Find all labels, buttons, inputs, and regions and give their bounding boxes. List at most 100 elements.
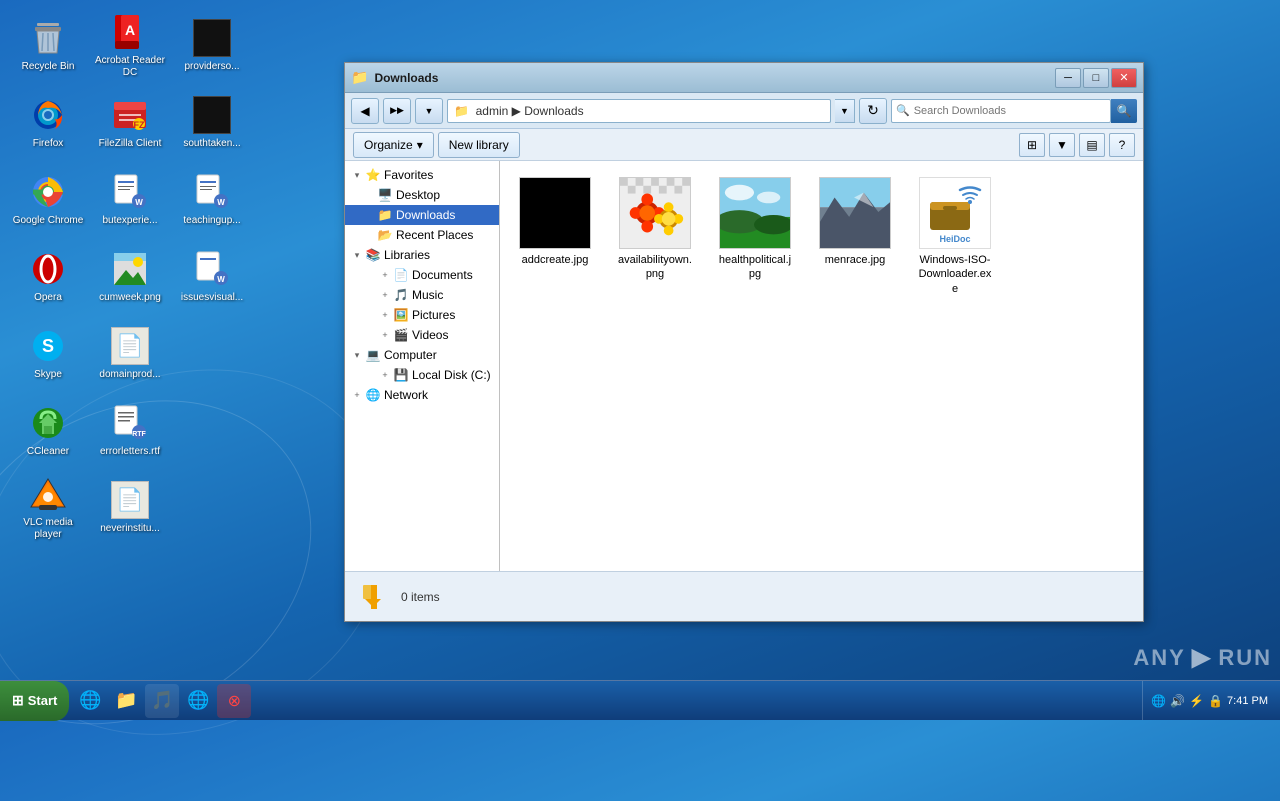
desktop-icon-vlc[interactable]: VLC media player xyxy=(8,470,88,545)
downloads-expand-icon xyxy=(361,207,377,223)
minimize-button[interactable]: ─ xyxy=(1055,68,1081,88)
tree-item-downloads[interactable]: 📁 Downloads xyxy=(345,205,499,225)
stop-icon: ⊗ xyxy=(228,691,241,711)
domainprod-icon: 📄 xyxy=(110,326,150,366)
desktop-icon-issuesvisual[interactable]: W issuesvisual... xyxy=(172,239,252,314)
file-thumb-addcreate xyxy=(519,177,591,249)
tree-item-computer[interactable]: ▾ 💻 Computer xyxy=(345,345,499,365)
file-item-windows-iso[interactable]: HeiDoc Windows-ISO-Downloader.exe xyxy=(910,171,1000,302)
taskbar-explorer-button[interactable]: 📁 xyxy=(109,684,143,718)
tree-label-documents: Documents xyxy=(412,268,473,282)
desktop-icon-southtaken[interactable]: southtaken... xyxy=(172,85,252,160)
file-item-availabilityown[interactable]: availabilityown.png xyxy=(610,171,700,302)
tree-item-network[interactable]: + 🌐 Network xyxy=(345,385,499,405)
new-library-label: New library xyxy=(449,138,509,152)
tree-item-libraries[interactable]: ▾ 📚 Libraries xyxy=(345,245,499,265)
tray-security-icon[interactable]: 🔒 xyxy=(1208,694,1223,708)
system-tray: 🌐 🔊 ⚡ 🔒 7:41 PM xyxy=(1142,681,1280,720)
tree-item-favorites[interactable]: ▾ ⭐ Favorites xyxy=(345,165,499,185)
address-bar-text: 📁 admin ▶ Downloads xyxy=(454,104,584,118)
desktop-icon-ccleaner[interactable]: CCleaner xyxy=(8,393,88,468)
desktop-icon-firefox[interactable]: Firefox xyxy=(8,85,88,160)
errorletters-icon: RTF xyxy=(110,403,150,443)
maximize-button[interactable]: □ xyxy=(1083,68,1109,88)
desktop-icon-label-firefox: Firefox xyxy=(33,138,64,150)
taskbar-wmp-button[interactable]: 🎵 xyxy=(145,684,179,718)
organize-arrow-icon: ▾ xyxy=(417,138,423,152)
taskbar: ⊞ Start 🌐 📁 🎵 🌐 ⊗ 🌐 🔊 ⚡ 🔒 7:41 PM xyxy=(0,680,1280,720)
tree-item-documents[interactable]: + 📄 Documents xyxy=(345,265,499,285)
desktop: Recycle Bin A Acrobat Reader DC provider… xyxy=(0,0,330,690)
window-title: Downloads xyxy=(374,71,1055,85)
preview-pane-button[interactable]: ▤ xyxy=(1079,133,1105,157)
anyrun-play-icon: ▶ xyxy=(1192,643,1212,672)
file-item-healthpolitical[interactable]: healthpolitical.jpg xyxy=(710,171,800,302)
tree-item-pictures[interactable]: + 🖼️ Pictures xyxy=(345,305,499,325)
taskbar-chrome-button[interactable]: 🌐 xyxy=(181,684,215,718)
taskbar-ie-button[interactable]: 🌐 xyxy=(73,684,107,718)
file-item-menrace[interactable]: menrace.jpg xyxy=(810,171,900,302)
desktop-icon-providers[interactable]: providerso... xyxy=(172,8,252,83)
desktop-icon-filezilla[interactable]: FZ FileZilla Client xyxy=(90,85,170,160)
desktop-icon-acrobat[interactable]: A Acrobat Reader DC xyxy=(90,8,170,83)
file-name-addcreate: addcreate.jpg xyxy=(522,253,589,267)
desktop-icon-label-vlc: VLC media player xyxy=(12,517,84,541)
tray-power-icon[interactable]: ⚡ xyxy=(1189,694,1204,708)
music-nav-icon: 🎵 xyxy=(393,287,409,303)
documents-expand-icon: + xyxy=(377,267,393,283)
taskbar-stop-button[interactable]: ⊗ xyxy=(217,684,251,718)
desktop-icon-recycle-bin[interactable]: Recycle Bin xyxy=(8,8,88,83)
toolbar-right: ⊞ ▼ ▤ ? xyxy=(1019,133,1135,157)
help-button[interactable]: ? xyxy=(1109,133,1135,157)
desktop-icon-skype[interactable]: S Skype xyxy=(8,316,88,391)
local-disk-expand-icon: + xyxy=(377,367,393,383)
view-icons-button[interactable]: ⊞ xyxy=(1019,133,1045,157)
tree-item-music[interactable]: + 🎵 Music xyxy=(345,285,499,305)
anyrun-watermark: ANY ▶ RUN xyxy=(1133,643,1272,672)
tree-label-recent: Recent Places xyxy=(396,228,473,242)
desktop-icon-chrome[interactable]: Google Chrome xyxy=(8,162,88,237)
desktop-icon-errorletters[interactable]: RTF errorletters.rtf xyxy=(90,393,170,468)
desktop-expand-icon xyxy=(361,187,377,203)
desktop-icon-cumweek[interactable]: cumweek.png xyxy=(90,239,170,314)
tree-label-music: Music xyxy=(412,288,443,302)
start-button[interactable]: ⊞ Start xyxy=(0,681,69,721)
desktop-icon-label-southtaken: southtaken... xyxy=(183,138,240,150)
desktop-icon-label-errorletters: errorletters.rtf xyxy=(100,446,160,458)
desktop-icon-neverinstitu[interactable]: 📄 neverinstitu... xyxy=(90,470,170,545)
file-name-availabilityown: availabilityown.png xyxy=(616,253,694,282)
desktop-icon-teachingup[interactable]: W teachingup... xyxy=(172,162,252,237)
tree-item-local-disk[interactable]: + 💾 Local Disk (C:) xyxy=(345,365,499,385)
desktop-icon-domainprod[interactable]: 📄 domainprod... xyxy=(90,316,170,391)
desktop-icon-label-teachingup: teachingup... xyxy=(183,215,240,227)
forward-button[interactable]: ▶▶ xyxy=(383,98,411,124)
file-thumb-menrace xyxy=(819,177,891,249)
file-item-addcreate[interactable]: addcreate.jpg xyxy=(510,171,600,302)
tree-item-recent[interactable]: 📂 Recent Places xyxy=(345,225,499,245)
view-options-button[interactable]: ▼ xyxy=(1049,133,1075,157)
desktop-icon-butexperie[interactable]: W butexperie... xyxy=(90,162,170,237)
anyrun-text-any: ANY xyxy=(1133,645,1185,671)
search-input[interactable] xyxy=(914,105,1054,117)
close-button[interactable]: ✕ xyxy=(1111,68,1137,88)
recent-button[interactable]: ▼ xyxy=(415,98,443,124)
tree-label-desktop: Desktop xyxy=(396,188,440,202)
local-disk-nav-icon: 💾 xyxy=(393,367,409,383)
file-name-windows-iso: Windows-ISO-Downloader.exe xyxy=(916,253,994,296)
title-bar: 📁 Downloads ─ □ ✕ xyxy=(345,63,1143,93)
new-library-button[interactable]: New library xyxy=(438,132,520,158)
tray-volume-icon[interactable]: 🔊 xyxy=(1170,694,1185,708)
tree-item-desktop[interactable]: 🖥️ Desktop xyxy=(345,185,499,205)
clock: 7:41 PM xyxy=(1227,695,1272,707)
address-expand-button[interactable]: ▼ xyxy=(835,99,855,123)
desktop-nav-icon: 🖥️ xyxy=(377,187,393,203)
organize-button[interactable]: Organize ▾ xyxy=(353,132,434,158)
organize-label: Organize xyxy=(364,138,413,152)
search-button[interactable]: 🔍 xyxy=(1111,99,1137,123)
tree-item-videos[interactable]: + 🎬 Videos xyxy=(345,325,499,345)
back-button[interactable]: ◀ xyxy=(351,98,379,124)
tray-network-icon[interactable]: 🌐 xyxy=(1151,694,1166,708)
anyrun-text-run: RUN xyxy=(1218,645,1272,671)
desktop-icon-opera[interactable]: Opera xyxy=(8,239,88,314)
refresh-button[interactable]: ↻ xyxy=(859,98,887,124)
